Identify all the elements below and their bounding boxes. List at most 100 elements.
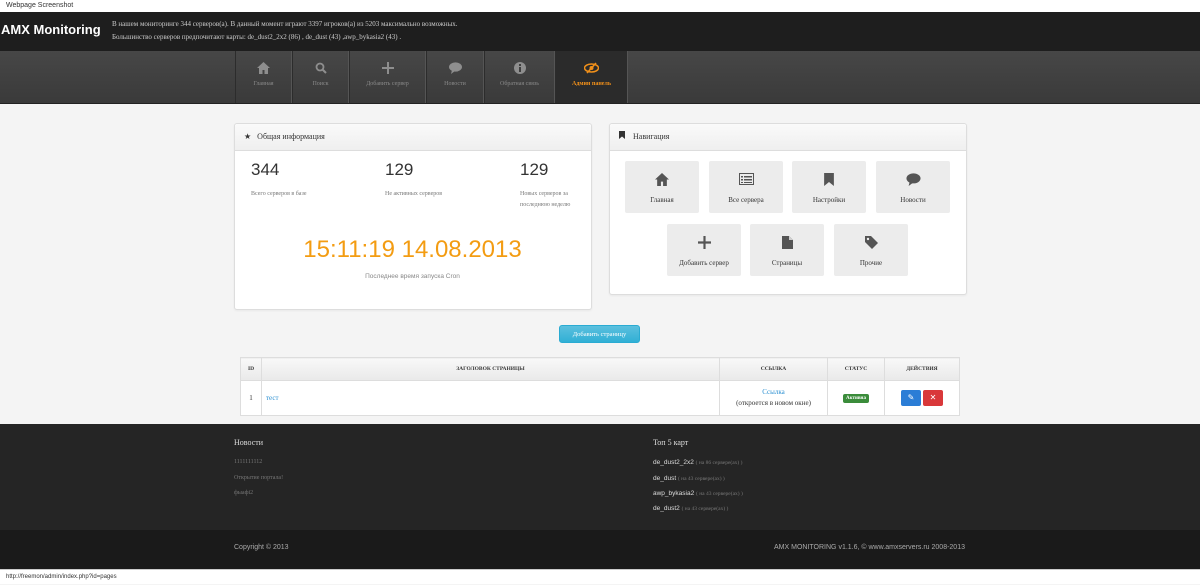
tile-home[interactable]: Главная [625,161,699,213]
nav-label: Добавить сервер [366,81,409,87]
pencil-icon: ✎ [907,393,915,402]
credits[interactable]: AMX MONITORING v1.1.6, © www.amxservers.… [774,544,965,551]
navigation-panel: Навигация Главная Все сервера Настройки … [609,123,967,295]
map-name: awp_bykasia2 [653,490,695,497]
map-item: de_dust2 ( на 43 сервере(ах) ) [653,505,728,512]
plus-icon [667,236,741,250]
cell-status: Активна [827,380,885,416]
footer-news-item[interactable]: Открытие портала! [234,475,283,481]
tile-settings[interactable]: Настройки [792,161,866,213]
map-name: de_dust2_2x2 [653,459,694,466]
eye-slash-icon [556,62,627,76]
tile-all-servers[interactable]: Все сервера [709,161,783,213]
overview-panel: ★ Общая информация 344 Всего серверов в б… [234,123,592,310]
nav-label: Главная [253,81,274,87]
navigation-title: Навигация [633,132,670,141]
edit-button[interactable]: ✎ [901,390,921,406]
tile-label: Новости [900,196,926,204]
nav-search[interactable]: Поиск [292,51,349,103]
nav-news[interactable]: Новости [426,51,484,103]
nav-label: Новости [444,81,466,87]
footer-news-item[interactable]: фыафі2 [234,490,253,496]
info-icon [485,62,554,76]
chat-icon [876,173,950,187]
map-name: de_dust2 [653,505,680,512]
col-link[interactable]: Ссылка [719,357,828,381]
status-badge: Активна [843,394,869,403]
map-name: de_dust [653,475,677,482]
col-id[interactable]: ID [240,357,262,381]
nav-label: Админ панель [572,81,611,87]
nav-admin-panel[interactable]: Админ панель [555,51,628,103]
stat-caption: Новых серверов за последнюю неделю [520,191,571,208]
stat-caption: Всего серверов в базе [251,191,307,197]
page-link[interactable]: Ссылка [721,387,826,398]
star-icon: ★ [244,132,252,141]
map-count: ( на 43 сервере(ах) ) [681,506,729,512]
page-title-link[interactable]: тест [266,394,279,402]
stat-value: 129 [520,160,549,179]
tile-news[interactable]: Новости [876,161,950,213]
map-item: de_dust2_2x2 ( на 86 сервере(ах) ) [653,459,742,466]
map-count: ( на 43 сервере(ах) ) [677,476,725,482]
tile-other[interactable]: Прочие [834,224,908,276]
nav-home[interactable]: Главная [235,51,292,103]
nav-add-server[interactable]: Добавить сервер [349,51,426,103]
delete-button[interactable]: ✕ [923,390,943,406]
tile-pages[interactable]: Страницы [750,224,824,276]
map-item: awp_bykasia2 ( на 43 сервере(ах) ) [653,490,743,497]
footer-news-title: Новости [234,438,264,447]
add-page-button[interactable]: Добавить страницу [559,325,640,343]
pages-table: ID Заголовок страницы Ссылка Статус Дейс… [240,357,960,416]
navigation-header: Навигация [610,124,966,151]
tile-label: Добавить сервер [679,259,729,267]
home-icon [625,173,699,187]
bookmark-icon [619,131,627,141]
table-header-row: ID Заголовок страницы Ссылка Статус Дейс… [240,357,960,381]
tile-label: Главная [650,196,674,204]
main-nav: Главная Поиск Добавить сервер Новости Об… [0,51,1200,104]
close-icon: ✕ [929,393,937,402]
search-icon [293,62,348,76]
cron-time: 15:11:19 14.08.2013 [303,236,522,263]
nav-feedback[interactable]: Обратная связь [484,51,555,103]
cell-title: тест [261,380,720,416]
col-title[interactable]: Заголовок страницы [261,357,720,381]
map-count: ( на 43 сервере(ах) ) [696,491,743,497]
monitoring-summary: В нашем мониторинге 344 серверов(а). В д… [112,18,458,44]
stat-new: 129 Новых серверов за последнюю неделю [520,160,586,211]
window-title: Webpage Screenshot [0,0,1200,12]
cell-id: 1 [240,380,262,416]
footer-news-item[interactable]: 1111111112 [234,459,262,465]
page-link-note: (откроется в новом окне) [736,399,811,407]
top-bar: AMX Monitoring В нашем мониторинге 344 с… [0,12,1200,51]
stat-caption: Не активных серверов [385,191,443,197]
plus-icon [350,62,425,76]
overview-header: ★ Общая информация [235,124,591,151]
stat-inactive: 129 Не активных серверов [385,160,451,200]
overview-title: Общая информация [257,132,325,141]
tile-label: Страницы [771,259,803,267]
home-icon [236,62,291,76]
nav-label: Обратная связь [500,81,539,87]
footer: Новости 1111111112 Открытие портала! фыа… [0,424,1200,530]
file-icon [750,236,824,250]
tile-add-server[interactable]: Добавить сервер [667,224,741,276]
col-actions: Действия [884,357,960,381]
cell-actions: ✎ ✕ [884,380,960,416]
brand-logo[interactable]: AMX Monitoring [1,22,101,37]
cell-link: Ссылка (откроется в новом окне) [719,380,828,416]
status-bar-url: http://freemon/admin/index.php?id=pages [0,569,1200,584]
nav-label: Поиск [312,81,329,87]
tag-icon [834,236,908,250]
bookmark-icon [792,173,866,187]
footer-maps-title: Топ 5 карт [653,438,689,447]
copyright: Copyright © 2013 [234,544,289,551]
stat-total: 344 Всего серверов в базе [251,160,317,200]
table-row: 1 тест Ссылка (откроется в новом окне) А… [240,380,960,416]
tile-label: Настройки [812,196,846,204]
cron-caption: Последнее время запуска Cron [365,273,460,280]
map-count: ( на 86 сервере(ах) ) [695,460,743,466]
col-status[interactable]: Статус [827,357,885,381]
tile-label: Все сервера [728,196,764,204]
